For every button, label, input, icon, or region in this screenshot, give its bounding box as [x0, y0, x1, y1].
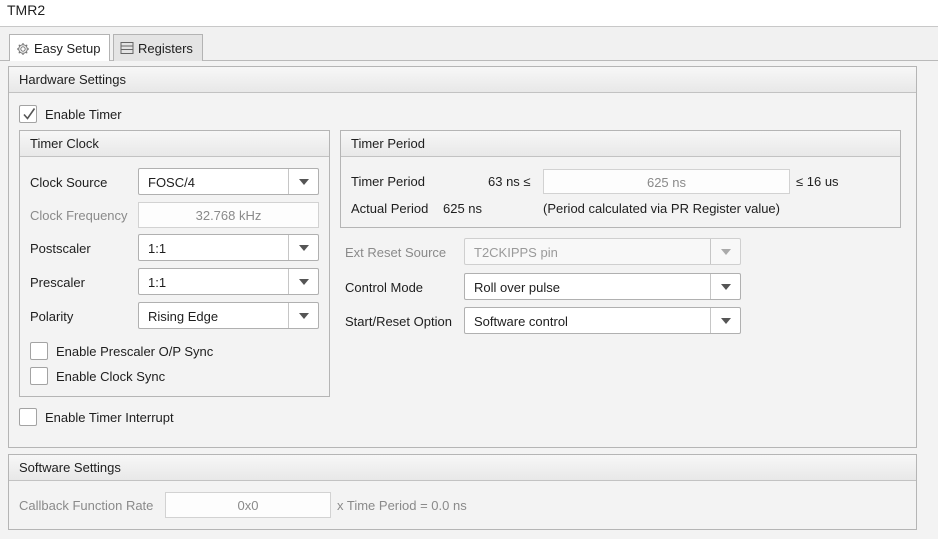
timer-period-input[interactable]: 625 ns — [543, 169, 790, 194]
timer-period-label: Timer Period — [351, 174, 425, 189]
group-header: Timer Period — [341, 131, 900, 157]
postscaler-dropdown[interactable]: 1:1 — [138, 234, 319, 261]
title-bar: TMR2 — [0, 0, 938, 27]
section-header: Software Settings — [9, 455, 916, 481]
callback-rate-label: Callback Function Rate — [19, 498, 154, 513]
chevron-down-icon[interactable] — [710, 274, 740, 299]
actual-period-value: 625 ns — [443, 201, 483, 216]
polarity-dropdown[interactable]: Rising Edge — [138, 302, 319, 329]
software-settings-panel: Software Settings — [8, 454, 917, 530]
list-icon — [120, 41, 134, 55]
tab-label: Easy Setup — [34, 41, 101, 56]
dropdown-value: Roll over pulse — [474, 280, 560, 295]
tab-registers[interactable]: Registers — [113, 34, 203, 61]
dropdown-value: Rising Edge — [148, 309, 219, 324]
check-icon — [23, 108, 36, 120]
dropdown-value: 1:1 — [148, 241, 167, 256]
period-note: (Period calculated via PR Register value… — [543, 201, 780, 216]
chevron-down-icon[interactable] — [288, 235, 318, 260]
clock-source-dropdown[interactable]: FOSC/4 — [138, 168, 319, 195]
dropdown-value: FOSC/4 — [148, 175, 195, 190]
prescaler-label: Prescaler — [30, 275, 85, 290]
chevron-down-icon[interactable] — [288, 269, 318, 294]
control-mode-label: Control Mode — [345, 280, 424, 295]
tab-label: Registers — [138, 40, 193, 56]
tab-easy-setup[interactable]: Easy Setup — [9, 34, 110, 62]
clock-frequency-label: Clock Frequency — [30, 208, 128, 223]
enable-interrupt-label: Enable Timer Interrupt — [45, 410, 174, 425]
prescaler-sync-label: Enable Prescaler O/P Sync — [56, 344, 214, 359]
chevron-down-icon — [710, 239, 740, 264]
tab-strip: Easy Setup Registers — [0, 27, 938, 62]
start-reset-label: Start/Reset Option — [345, 314, 452, 329]
clock-frequency-field: 32.768 kHz — [138, 202, 319, 228]
chevron-down-icon[interactable] — [710, 308, 740, 333]
enable-timer-checkbox[interactable] — [19, 105, 37, 123]
section-header: Hardware Settings — [9, 67, 916, 93]
group-header: Timer Clock — [20, 131, 329, 157]
callback-rate-field: 0x0 — [165, 492, 331, 518]
ext-reset-source-label: Ext Reset Source — [345, 245, 447, 260]
enable-interrupt-checkbox[interactable] — [19, 408, 37, 426]
clock-sync-label: Enable Clock Sync — [56, 369, 166, 384]
clock-source-label: Clock Source — [30, 175, 108, 190]
polarity-label: Polarity — [30, 309, 74, 324]
dropdown-value: Software control — [474, 314, 568, 329]
chevron-down-icon[interactable] — [288, 303, 318, 328]
postscaler-label: Postscaler — [30, 241, 91, 256]
clock-sync-checkbox[interactable] — [30, 367, 48, 385]
control-mode-dropdown[interactable]: Roll over pulse — [464, 273, 741, 300]
prescaler-sync-checkbox[interactable] — [30, 342, 48, 360]
prescaler-dropdown[interactable]: 1:1 — [138, 268, 319, 295]
actual-period-label: Actual Period — [351, 201, 429, 216]
period-max-label: ≤ 16 us — [796, 174, 839, 189]
dropdown-value: T2CKIPPS pin — [474, 245, 558, 260]
window-title: TMR2 — [7, 2, 46, 18]
gear-icon — [16, 42, 30, 56]
dropdown-value: 1:1 — [148, 275, 167, 290]
start-reset-dropdown[interactable]: Software control — [464, 307, 741, 334]
chevron-down-icon[interactable] — [288, 169, 318, 194]
period-min-label: 63 ns ≤ — [488, 174, 531, 189]
enable-timer-label: Enable Timer — [45, 107, 122, 122]
ext-reset-source-dropdown: T2CKIPPS pin — [464, 238, 741, 265]
callback-suffix: x Time Period = 0.0 ns — [337, 498, 467, 513]
